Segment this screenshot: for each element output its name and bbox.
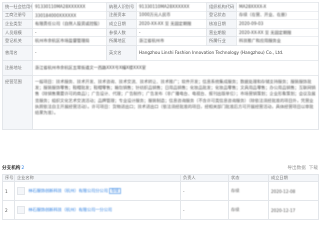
branch-name-cell: 林石服饰创新科技（杭州）有限公司一分公司 (14, 200, 181, 220)
company-type-label: 企业类型 (2, 19, 33, 29)
row-index: 1 (2, 181, 15, 201)
info-row: 曾用名 - 英文名 Hangzhou Linshi Fashion Innova… (2, 44, 319, 61)
business-info-table: 统一社会信用代码 91330110MA28XXXXXX 纳税人识别号 91330… (2, 2, 319, 130)
info-row: 人员规模 - 参保人数 - 营业期限 2020-XX-XX 至 无固定期限 (2, 27, 319, 38)
branch-date: 2020-12-17 (268, 200, 319, 220)
col-status-header: 状态 (228, 174, 269, 182)
insured-count-label: 参保人数 (106, 27, 137, 38)
branch-person: - (180, 181, 229, 201)
term-label: 营业期限 (206, 27, 237, 38)
branches-table: 序号 企业名称 负责人 状态 成立日期 1 林石服饰创新科技（杭州）有限公司分公… (2, 174, 319, 220)
branch-name-link[interactable]: 林石服饰创新科技（杭州）有限公司分公司 (28, 188, 108, 193)
authority-value: 杭州市余杭区市场监督管理局 (32, 36, 107, 46)
industry-value: 科技推广和应用服务业 (236, 36, 319, 46)
info-row: 企业类型 有限责任公司（自然人投资或控股） 成立日期 2020-XX-XX 至 … (2, 19, 319, 29)
status-label: 登记状态 (206, 10, 237, 21)
founded-label: 成立日期 (106, 19, 137, 29)
export-button[interactable]: 导出数据 (287, 165, 305, 171)
business-scope-text: 一般项目：技术服务、技术开发、技术咨询、技术交流、技术转让、技术推广；软件开发；… (35, 78, 316, 115)
col-date-header: 成立日期 (268, 174, 319, 182)
english-name-label: 英文名 (106, 44, 137, 61)
founded-value: 2020-XX-XX 至 无固定期限 (136, 19, 207, 29)
table-row: 2 林石服饰创新科技（杭州）有限公司一分公司 - 存续 2020-12-17 (2, 200, 319, 220)
org-code-value: MA28XXXX-X (236, 2, 319, 12)
info-row: 经营范围 一般项目：技术服务、技术开发、技术咨询、技术交流、技术转让、技术推广；… (2, 74, 319, 130)
capital-value: 1000万元人民币 (136, 10, 207, 21)
branch-status: 存续 (228, 181, 269, 201)
english-name-value: Hangzhou Linshi Fashion Innovation Techn… (136, 44, 319, 61)
company-type-value: 有限责任公司（自然人投资或控股） (32, 19, 107, 29)
region-label: 所属地区 (106, 36, 137, 46)
reg-number-label: 工商注册号 (2, 10, 33, 21)
info-row: 登记机关 杭州市余杭区市场监督管理局 所属地区 浙江省杭州市 所属行业 科技推广… (2, 36, 319, 46)
staff-size-value: - (32, 27, 107, 38)
taxpayer-id-label: 纳税人识别号 (106, 2, 137, 12)
scope-label: 经营范围 (2, 74, 33, 130)
col-person-header: 负责人 (180, 174, 229, 182)
branch-status: 存续 (228, 200, 269, 220)
credit-code-label: 统一社会信用代码 (2, 2, 33, 12)
address-value: 浙江省杭州市余杭区五常街道文一西路XXX号X幢X楼XXX室 (32, 59, 319, 76)
insured-count-value: - (136, 27, 207, 38)
industry-label: 所属行业 (206, 36, 237, 46)
capital-label: 注册资本 (106, 10, 137, 21)
table-header-row: 序号 企业名称 负责人 状态 成立日期 (2, 174, 319, 182)
branch-name-cell: 林石服饰创新科技（杭州）有限公司分公司 存续 (14, 181, 181, 201)
authority-label: 登记机关 (2, 36, 33, 46)
row-index: 2 (2, 200, 15, 220)
section-title: 分支机构 (2, 166, 21, 171)
company-logo (17, 206, 25, 214)
col-name-header: 企业名称 (14, 174, 181, 182)
branches-section-header: 分支机构 2 导出数据 下载 (2, 163, 318, 173)
info-row: 工商注册号 330184000XXXXXX 注册资本 1000万元人民币 登记状… (2, 10, 319, 21)
org-code-label: 组织机构代码 (206, 2, 237, 12)
former-name-value: - (32, 44, 107, 61)
staff-size-label: 人员规模 (2, 27, 33, 38)
table-row: 1 林石服饰创新科技（杭州）有限公司分公司 存续 - 存续 2020-12-08 (2, 181, 319, 201)
section-actions: 导出数据 下载 (287, 165, 318, 171)
reg-number-value: 330184000XXXXXX (32, 10, 107, 21)
approval-date-value: 2020-09-03 (236, 19, 319, 29)
taxpayer-id-value: 91330110MA28XXXXXX (136, 2, 207, 12)
credit-code-value: 91330110MA28XXXXXX (32, 2, 107, 12)
info-row: 注册地址 浙江省杭州市余杭区五常街道文一西路XXX号X幢X楼XXX室 (2, 59, 319, 76)
address-label: 注册地址 (2, 59, 33, 76)
section-count: 2 (21, 165, 25, 171)
status-tag: 存续 (109, 188, 121, 194)
branch-person: - (180, 200, 229, 220)
download-button[interactable]: 下载 (309, 165, 318, 171)
term-value: 2020-XX-XX 至 无固定期限 (236, 27, 319, 38)
branch-date: 2020-12-08 (268, 181, 319, 201)
region-value: 浙江省杭州市 (136, 36, 207, 46)
status-value: 存续（在营、开业、在册） (236, 10, 319, 21)
info-row: 统一社会信用代码 91330110MA28XXXXXX 纳税人识别号 91330… (2, 2, 319, 12)
scope-cell: 一般项目：技术服务、技术开发、技术咨询、技术交流、技术转让、技术推广；软件开发；… (32, 74, 319, 130)
branch-name-link[interactable]: 林石服饰创新科技（杭州）有限公司一分公司 (28, 207, 112, 212)
col-index-header: 序号 (2, 174, 15, 182)
approval-date-label: 核准日期 (206, 19, 237, 29)
former-name-label: 曾用名 (2, 44, 33, 61)
company-logo (17, 187, 25, 195)
